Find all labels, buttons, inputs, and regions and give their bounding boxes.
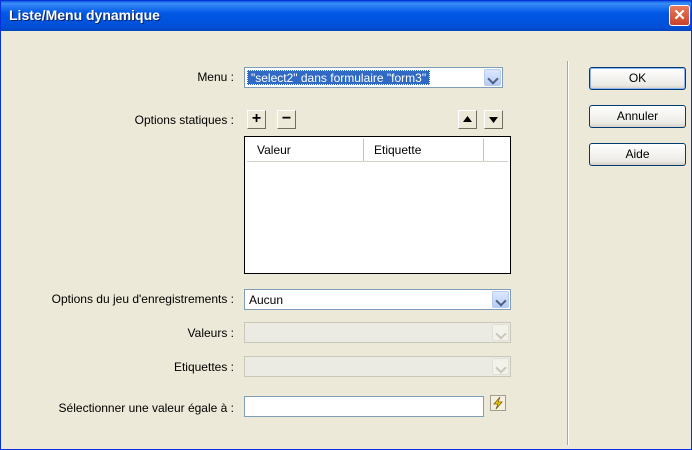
- values-label: Valeurs :: [187, 326, 234, 340]
- window-title: Liste/Menu dynamique: [9, 7, 160, 23]
- lightning-bolt-icon: [493, 396, 503, 410]
- menu-select-value: "select2" dans formulaire "form3": [247, 70, 431, 85]
- cancel-button[interactable]: Annuler: [589, 105, 686, 128]
- close-button[interactable]: ✕: [669, 5, 690, 26]
- add-option-button[interactable]: +: [247, 110, 266, 129]
- menu-select[interactable]: "select2" dans formulaire "form3": [244, 67, 503, 88]
- move-down-button[interactable]: [484, 110, 503, 129]
- separator: [567, 61, 569, 445]
- title-bar[interactable]: Liste/Menu dynamique ✕: [1, 1, 691, 31]
- remove-option-button[interactable]: −: [277, 110, 296, 129]
- triangle-down-icon: [489, 117, 498, 123]
- menu-label: Menu :: [197, 70, 234, 84]
- recordset-select[interactable]: Aucun: [244, 289, 511, 310]
- plus-icon: +: [251, 110, 262, 127]
- values-select[interactable]: [244, 322, 511, 343]
- move-up-button[interactable]: [458, 110, 477, 129]
- triangle-up-icon: [463, 116, 472, 122]
- column-header-valeur[interactable]: Valeur: [247, 139, 364, 161]
- chevron-down-icon[interactable]: [492, 358, 509, 375]
- chevron-down-icon[interactable]: [492, 291, 509, 308]
- chevron-down-icon[interactable]: [484, 69, 501, 86]
- column-header-etiquette[interactable]: Etiquette: [364, 139, 484, 161]
- dialog-window: Liste/Menu dynamique ✕ Menu : "select2" …: [0, 0, 692, 450]
- close-icon: ✕: [673, 7, 686, 24]
- chevron-down-icon[interactable]: [492, 324, 509, 341]
- labels-select[interactable]: [244, 356, 511, 377]
- static-options-table[interactable]: Valeur Etiquette: [244, 136, 511, 274]
- dynamic-data-button[interactable]: [490, 395, 506, 411]
- static-options-label: Options statiques :: [134, 113, 234, 127]
- labels-label: Etiquettes :: [173, 360, 234, 374]
- ok-button[interactable]: OK: [589, 67, 686, 90]
- recordset-select-value: Aucun: [249, 293, 284, 307]
- help-button[interactable]: Aide: [589, 143, 686, 166]
- select-value-label: Sélectionner une valeur égale à :: [58, 401, 234, 415]
- recordset-options-label: Options du jeu d'enregistrements :: [51, 292, 234, 306]
- select-value-input[interactable]: [244, 396, 484, 417]
- minus-icon: −: [281, 110, 292, 127]
